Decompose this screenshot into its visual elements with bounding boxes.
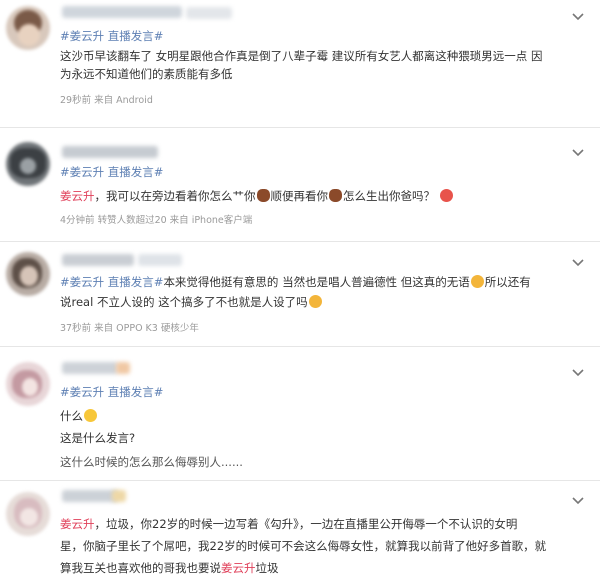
- badge-blurred: [116, 362, 130, 374]
- mention-link[interactable]: 姜云升: [60, 189, 95, 203]
- avatar[interactable]: [6, 362, 50, 406]
- chevron-down-icon[interactable]: [570, 492, 586, 508]
- wink-emoji-icon: [84, 409, 97, 422]
- monkey-emoji-icon: [256, 189, 270, 202]
- comment-meta: 37秒前 来自 OPPO K3 硬核少年: [60, 323, 199, 334]
- comment-text: 姜云升，我可以在旁边看着你怎么艹你 顺便再看你 怎么生出你爸吗？: [60, 188, 454, 204]
- divider: [0, 127, 600, 128]
- chevron-down-icon[interactable]: [570, 254, 586, 270]
- comment-text: 这是什么发言?: [60, 431, 136, 445]
- avatar[interactable]: [6, 492, 50, 536]
- comment-post-1: #姜云升 直播发言# 这沙币早该翻车了 女明星跟他合作真是倒了八辈子霉 建议所有…: [0, 0, 600, 120]
- divider: [0, 480, 600, 481]
- mention-link[interactable]: 姜云升: [60, 517, 95, 531]
- comment-text: 为永远不知道他们的素质能有多低: [60, 67, 233, 81]
- comment-text: 说real 不立人设的 这个搞多了不也就是人设了吗: [60, 294, 323, 310]
- comment-text: 这沙币早该翻车了 女明星跟他合作真是倒了八辈子霉 建议所有女艺人都离这种猥琐男远…: [60, 49, 543, 63]
- avatar[interactable]: [6, 252, 50, 296]
- comment-text: 这什么时候的怎么那么侮辱别人......: [60, 455, 243, 469]
- angry-emoji-icon: [439, 189, 453, 202]
- username-blurred[interactable]: [62, 362, 118, 374]
- sweat-emoji-icon: [470, 275, 484, 288]
- badge-blurred: [112, 490, 126, 502]
- chevron-down-icon[interactable]: [570, 144, 586, 160]
- username-blurred[interactable]: [62, 254, 134, 266]
- comment-text: #姜云升 直播发言#本来觉得他挺有意思的 当然也是唱人普遍德性 但这真的无语 所以…: [60, 275, 531, 289]
- topic-tag[interactable]: #姜云升 直播发言#: [60, 28, 163, 44]
- comment-meta: 29秒前 来自 Android: [60, 95, 153, 106]
- badge-blurred: [186, 7, 232, 19]
- username-blurred[interactable]: [62, 6, 182, 18]
- mention-link[interactable]: 姜云升: [221, 561, 256, 575]
- comment-text: 算我互关也喜欢他的哥我也要说姜云升垃圾: [60, 561, 279, 575]
- divider: [0, 346, 600, 347]
- comment-post-4: #姜云升 直播发言# 什么 这是什么发言? 这什么时候的怎么那么侮辱别人....…: [0, 356, 600, 476]
- comment-text: 姜云升，垃圾，你22岁的时候一边写着《勾升》，一边在直播里公开侮辱一个不认识的女…: [60, 517, 518, 531]
- comment-text: 什么: [60, 408, 98, 424]
- badge-blurred: [138, 254, 182, 266]
- topic-tag[interactable]: 直播发言#: [108, 275, 164, 289]
- comment-text: 星，你脑子里长了个屌吧，我22岁的时候可不会这么侮辱女性，就算我以前背了他好多首…: [60, 539, 547, 553]
- divider: [0, 241, 600, 242]
- topic-tag[interactable]: #姜云升 直播发言#: [60, 384, 163, 400]
- monkey-emoji-icon: [329, 189, 342, 202]
- sweat-emoji-icon: [308, 295, 322, 308]
- avatar[interactable]: [6, 142, 50, 186]
- comment-meta: 4分钟前 转赞人数超过20 来自 iPhone客户端: [60, 215, 253, 226]
- chevron-down-icon[interactable]: [570, 8, 586, 24]
- username-blurred[interactable]: [62, 490, 118, 502]
- chevron-down-icon[interactable]: [570, 364, 586, 380]
- topic-tag[interactable]: #姜云升: [60, 275, 104, 289]
- comment-post-5: 姜云升，垃圾，你22岁的时候一边写着《勾升》，一边在直播里公开侮辱一个不认识的女…: [0, 486, 600, 577]
- topic-tag[interactable]: #姜云升 直播发言#: [60, 164, 163, 180]
- comment-post-2: #姜云升 直播发言# 姜云升，我可以在旁边看着你怎么艹你 顺便再看你 怎么生出你爸吗…: [0, 138, 600, 233]
- avatar[interactable]: [6, 6, 50, 50]
- username-blurred[interactable]: [62, 146, 158, 158]
- comment-post-3: #姜云升 直播发言#本来觉得他挺有意思的 当然也是唱人普遍德性 但这真的无语 所以…: [0, 248, 600, 344]
